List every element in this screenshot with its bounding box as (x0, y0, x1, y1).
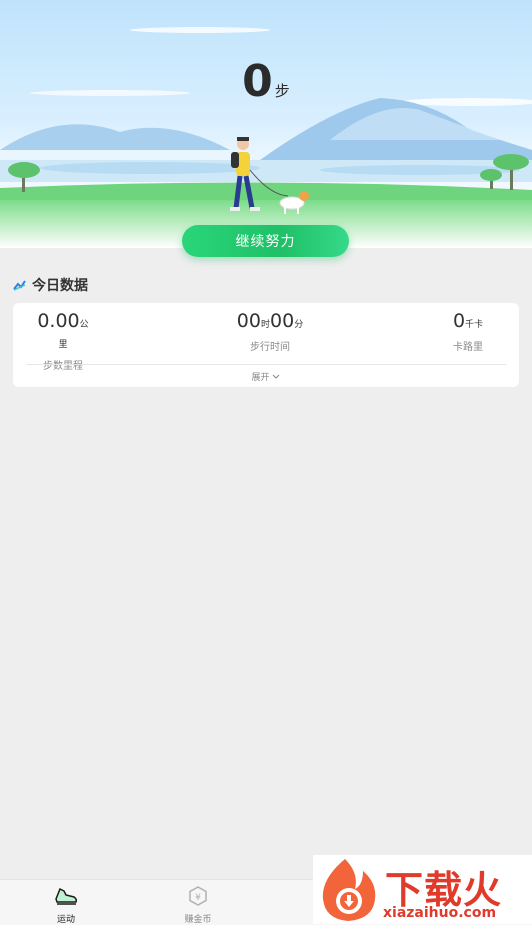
watermark-url: xiazaihuo.com (383, 905, 497, 921)
divider (26, 364, 506, 365)
expand-label: 展开 (251, 373, 270, 383)
tab-earn-coins[interactable]: ¥ 赚金币 (168, 885, 228, 925)
calories-unit: 千卡 (465, 320, 484, 330)
section-title: 今日数据 (13, 275, 88, 295)
flame-logo-icon (322, 859, 376, 921)
distance-value: 0.00 (37, 310, 80, 332)
hours-value: 00 (236, 310, 261, 332)
tab-earn-coins-label: 赚金币 (184, 915, 212, 925)
stat-calories: 0千卡 卡路里 (443, 310, 493, 353)
svg-text:¥: ¥ (195, 893, 201, 903)
hours-unit: 时 (260, 320, 270, 330)
today-stats-card: 0.00公里 步数里程 00时00分 步行时间 0千卡 卡路里 展开 (13, 303, 519, 387)
chevron-down-icon (273, 374, 280, 379)
watermark: 下载火 xiazaihuo.com (313, 855, 532, 924)
minutes-unit: 分 (294, 320, 304, 330)
stat-distance: 0.00公里 步数里程 (33, 310, 93, 372)
hero-illustration (0, 27, 532, 248)
coin-icon: ¥ (189, 886, 207, 906)
trend-icon (13, 280, 26, 291)
stat-walk-time: 00时00分 步行时间 (235, 310, 305, 353)
calories-value: 0 (452, 310, 466, 332)
section-title-text: 今日数据 (32, 278, 88, 294)
tab-sport-label: 运动 (56, 915, 75, 925)
step-counter: 0步 (0, 56, 532, 107)
steps-unit: 步 (274, 82, 290, 100)
continue-button[interactable]: 继续努力 (182, 225, 349, 257)
minutes-value: 00 (270, 310, 295, 332)
shoe-icon (55, 887, 77, 905)
calories-label: 卡路里 (453, 342, 483, 353)
tab-sport[interactable]: 运动 (36, 885, 96, 925)
hero-banner: 0步 (0, 0, 532, 248)
expand-button[interactable]: 展开 (13, 370, 519, 383)
steps-value: 0 (242, 56, 273, 107)
walk-time-label: 步行时间 (250, 342, 290, 353)
